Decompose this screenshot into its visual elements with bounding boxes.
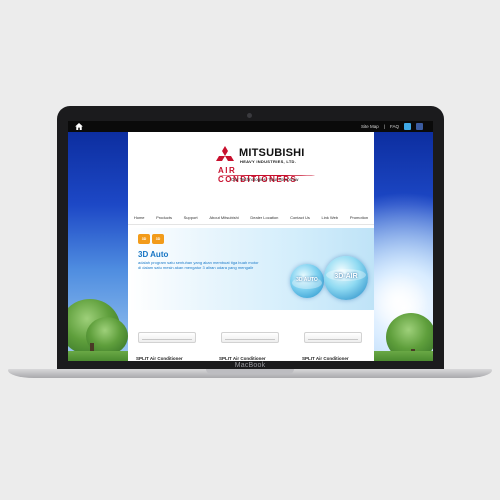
nav-contact[interactable]: Contact Us	[290, 215, 310, 220]
orb-3d-air: 3D-AIR	[324, 256, 368, 300]
laptop-screen: Site Map | FAQ MITSUBISHI HEAVY INDUSTRI…	[68, 121, 433, 361]
badge-3d-2: 3D	[152, 234, 164, 244]
site-map-link[interactable]: Site Map	[361, 124, 379, 129]
laptop-lid: Site Map | FAQ MITSUBISHI HEAVY INDUSTRI…	[57, 106, 444, 370]
orb-3d-auto: 3D AUTO	[290, 264, 324, 298]
product-card[interactable]: SPLIT Air Conditioner	[298, 322, 370, 361]
logo-brand: MITSUBISHI	[239, 147, 305, 159]
product-name: SPLIT Air Conditioner	[302, 356, 349, 361]
product-list: SPLIT Air Conditioner SPLIT Air Conditio…	[128, 322, 374, 361]
camera-icon	[247, 113, 252, 118]
product-card[interactable]: SPLIT Air Conditioner	[215, 322, 287, 361]
banner-title: 3D Auto	[138, 250, 169, 259]
topbar-separator: |	[383, 124, 385, 129]
nav-promotion[interactable]: Promotion	[350, 215, 368, 220]
site-page: MITSUBISHI HEAVY INDUSTRIES, LTD. AIR CO…	[128, 132, 374, 361]
mitsubishi-logo[interactable]: MITSUBISHI HEAVY INDUSTRIES, LTD. AIR CO…	[214, 146, 318, 186]
ac-unit-image	[304, 332, 362, 343]
ac-unit-image	[138, 332, 196, 343]
topbar-links: Site Map | FAQ	[361, 122, 423, 131]
product-name: SPLIT Air Conditioner	[219, 356, 266, 361]
facebook-icon[interactable]	[416, 123, 423, 130]
banner-text: adalah program satu sentuhan yang akan m…	[138, 260, 259, 270]
ac-unit-image	[221, 332, 279, 343]
logo-subtitle: HEAVY INDUSTRIES, LTD.	[240, 159, 297, 164]
badge-3d-1: 3D	[138, 234, 150, 244]
product-card[interactable]: SPLIT Air Conditioner	[132, 322, 204, 361]
faq-link[interactable]: FAQ	[390, 124, 399, 129]
nav-divider	[128, 224, 374, 225]
main-nav: Home Products Support About Mitsubishi D…	[128, 212, 374, 222]
nav-dealer-location[interactable]: Dealer Location	[250, 215, 278, 220]
logo-tagline: Our Technologies, Your Tomorrow	[231, 177, 299, 182]
orb-label-auto: 3D AUTO	[296, 277, 318, 283]
nav-about[interactable]: About Mitsubishi	[209, 215, 238, 220]
ac-vent	[308, 339, 358, 340]
hero-banner[interactable]: 3D 3D 3D Auto adalah program satu sentuh…	[128, 228, 374, 310]
nav-products[interactable]: Products	[156, 215, 172, 220]
nav-home[interactable]: Home	[134, 215, 145, 220]
logo-swoosh	[219, 175, 315, 176]
nav-support[interactable]: Support	[184, 215, 198, 220]
ac-vent	[142, 339, 192, 340]
home-icon[interactable]	[75, 123, 83, 130]
macbook-label: MacBook	[234, 362, 266, 369]
twitter-icon[interactable]	[404, 123, 411, 130]
three-diamonds-icon	[216, 146, 234, 161]
laptop-notch	[206, 369, 294, 374]
ac-vent	[225, 339, 275, 340]
product-name: SPLIT Air Conditioner	[136, 356, 183, 361]
orb-label-air: 3D-AIR	[334, 273, 358, 280]
nav-link-web[interactable]: Link Web	[322, 215, 339, 220]
site-topbar: Site Map | FAQ	[68, 121, 433, 132]
